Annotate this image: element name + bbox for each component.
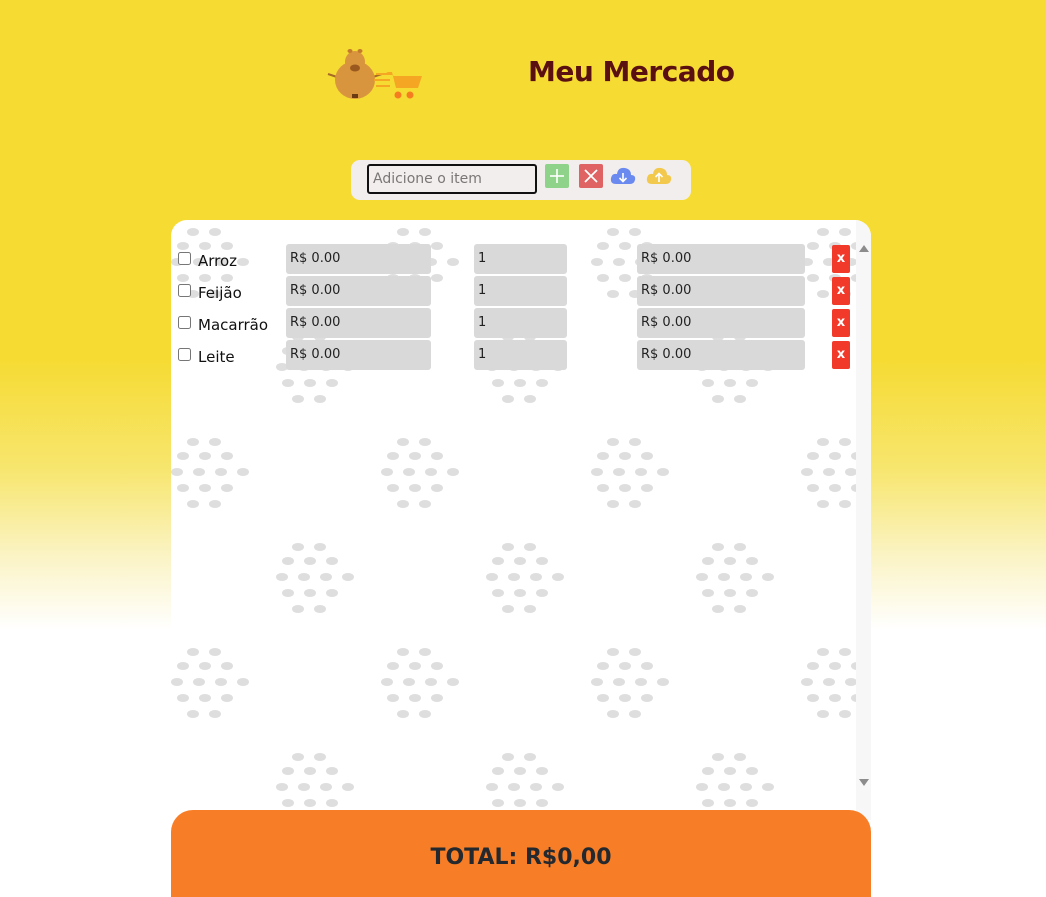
- x-icon: [584, 169, 598, 183]
- quantity-field[interactable]: 1: [474, 308, 567, 338]
- price-field[interactable]: R$ 0.00: [286, 308, 431, 338]
- subtotal-field: R$ 0.00: [637, 244, 805, 274]
- page-title: Meu Mercado: [528, 55, 735, 88]
- list-item: Macarrão R$ 0.00 1 R$ 0.00 x: [171, 306, 856, 338]
- item-name: Arroz: [198, 252, 238, 270]
- quantity-field[interactable]: 1: [474, 340, 567, 370]
- add-item-button[interactable]: [545, 164, 569, 188]
- quantity-field[interactable]: 1: [474, 276, 567, 306]
- item-name: Macarrão: [198, 316, 269, 334]
- item-input[interactable]: [367, 164, 537, 194]
- app-header: Meu Mercado: [0, 0, 1046, 140]
- item-checkbox[interactable]: [178, 252, 191, 265]
- upload-list-button[interactable]: [645, 164, 673, 188]
- shopping-list-panel: Arroz R$ 0.00 1 R$ 0.00 x Feijão R$ 0.00…: [171, 220, 871, 820]
- delete-item-button[interactable]: x: [832, 309, 850, 337]
- list-item: Leite R$ 0.00 1 R$ 0.00 x: [171, 338, 856, 370]
- plus-icon: [550, 169, 564, 183]
- item-name: Leite: [198, 348, 235, 366]
- subtotal-field: R$ 0.00: [637, 340, 805, 370]
- delete-item-button[interactable]: x: [832, 277, 850, 305]
- cloud-upload-icon: [646, 167, 672, 184]
- clear-list-button[interactable]: [579, 164, 603, 188]
- add-item-toolbar: [351, 160, 691, 200]
- total-label: TOTAL: R$0,00: [430, 845, 612, 870]
- delete-item-button[interactable]: x: [832, 245, 850, 273]
- item-checkbox[interactable]: [178, 316, 191, 329]
- subtotal-field: R$ 0.00: [637, 276, 805, 306]
- list-scrollbar[interactable]: [856, 220, 871, 820]
- download-list-button[interactable]: [609, 164, 637, 188]
- scroll-down-arrow-icon[interactable]: [859, 779, 869, 786]
- capybara-cart-logo: [327, 49, 422, 99]
- list-item: Feijão R$ 0.00 1 R$ 0.00 x: [171, 274, 856, 306]
- price-field[interactable]: R$ 0.00: [286, 340, 431, 370]
- price-field[interactable]: R$ 0.00: [286, 276, 431, 306]
- item-checkbox[interactable]: [178, 284, 191, 297]
- scroll-up-arrow-icon[interactable]: [859, 245, 869, 252]
- total-footer: TOTAL: R$0,00: [171, 810, 871, 897]
- cloud-download-icon: [610, 167, 636, 184]
- delete-item-button[interactable]: x: [832, 341, 850, 369]
- price-field[interactable]: R$ 0.00: [286, 244, 431, 274]
- list-item: Arroz R$ 0.00 1 R$ 0.00 x: [171, 242, 856, 274]
- quantity-field[interactable]: 1: [474, 244, 567, 274]
- subtotal-field: R$ 0.00: [637, 308, 805, 338]
- item-checkbox[interactable]: [178, 348, 191, 361]
- item-name: Feijão: [198, 284, 242, 302]
